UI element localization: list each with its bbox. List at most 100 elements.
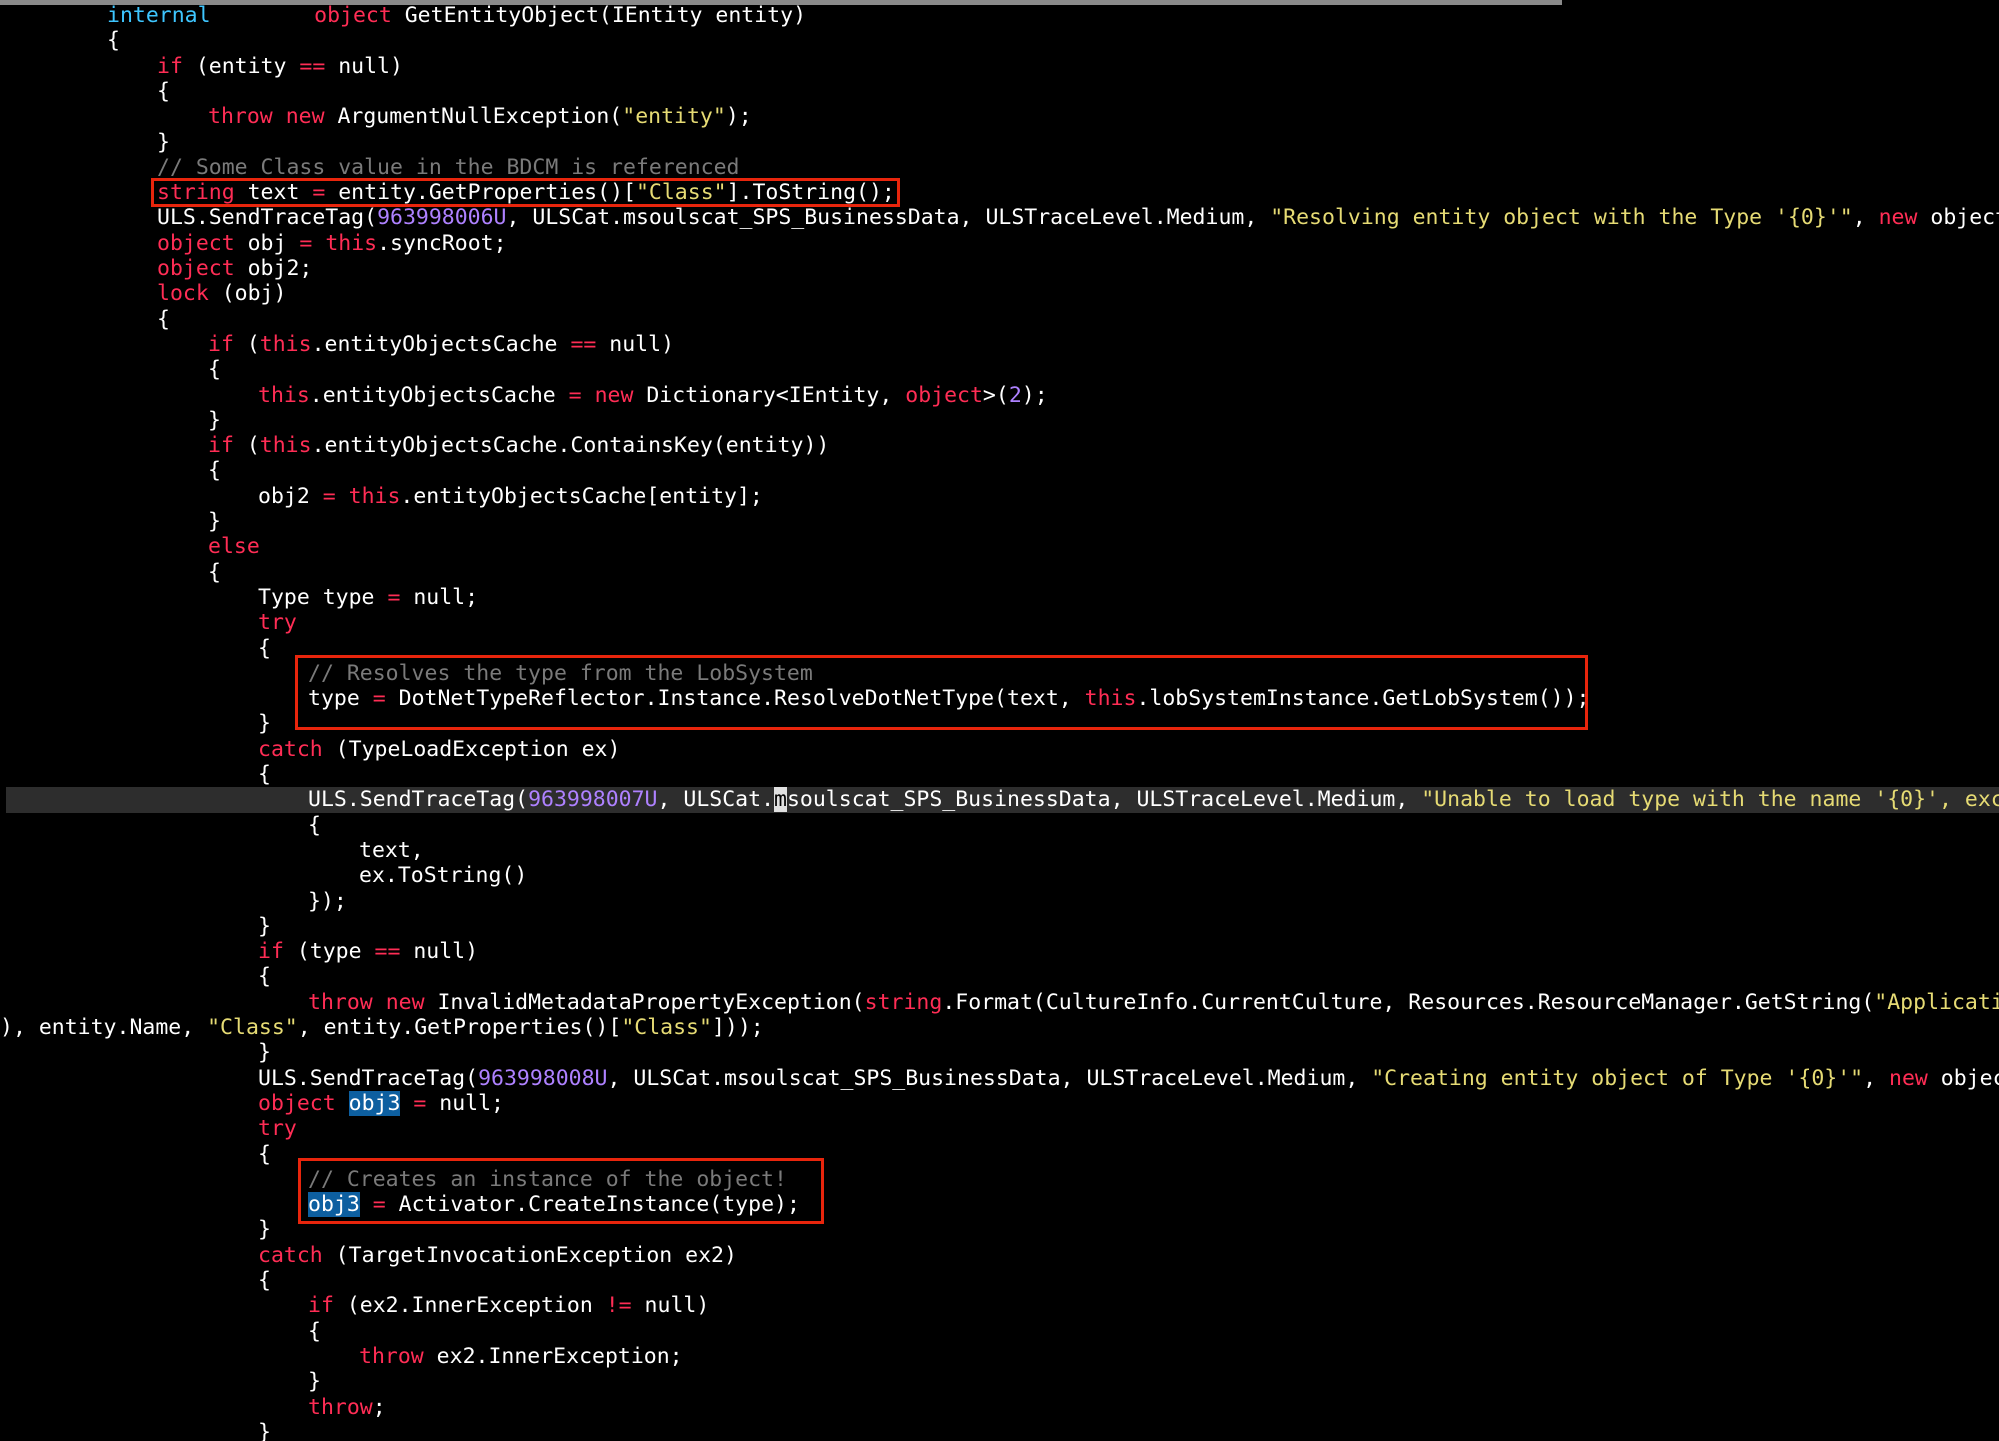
code-token: object	[258, 1090, 336, 1116]
code-token: InvalidMetadataPropertyException(	[424, 989, 865, 1015]
code-token: ==	[374, 939, 401, 965]
code-line[interactable]: ULS.SendTraceTag(963998008U, ULSCat.msou…	[0, 1066, 1999, 1091]
code-token: try	[258, 1116, 297, 1142]
code-line[interactable]: throw new InvalidMetadataPropertyExcepti…	[0, 990, 1999, 1015]
code-token: (ex2.InnerException	[333, 1293, 606, 1319]
code-line[interactable]: ULS.SendTraceTag(963998006U, ULSCat.msou…	[0, 205, 1999, 230]
code-line-text: {	[157, 307, 170, 332]
code-line[interactable]: object obj3 = null;	[0, 1090, 1999, 1116]
code-token: object	[157, 230, 235, 256]
code-line[interactable]: ex.ToString()	[0, 863, 1999, 888]
code-line[interactable]: {	[0, 458, 1999, 483]
code-line[interactable]: try	[0, 1116, 1999, 1141]
code-token: throw	[208, 104, 273, 130]
code-line[interactable]: this.entityObjectsCache = new Dictionary…	[0, 383, 1999, 408]
code-line[interactable]: {	[0, 560, 1999, 585]
code-line[interactable]: // Some Class value in the BDCM is refer…	[0, 155, 1999, 180]
code-token: =	[413, 1090, 427, 1116]
code-token: }	[258, 1217, 271, 1243]
code-line-text: {	[258, 762, 271, 787]
code-line[interactable]: text,	[0, 838, 1999, 863]
code-token: ==	[570, 331, 597, 357]
code-token: =	[372, 686, 386, 712]
code-line[interactable]: }	[0, 1040, 1999, 1065]
code-line-text: {	[208, 357, 221, 382]
code-line[interactable]: if (this.entityObjectsCache.ContainsKey(…	[0, 433, 1999, 458]
code-line[interactable]: }	[0, 509, 1999, 534]
code-token: this	[259, 331, 312, 357]
code-line[interactable]: {	[0, 79, 1999, 104]
code-token: throw	[359, 1343, 424, 1369]
code-token: 963998006U	[377, 205, 507, 231]
code-line[interactable]: {	[0, 964, 1999, 989]
code-token: }	[208, 407, 221, 433]
code-line[interactable]: }	[0, 711, 1999, 736]
code-line[interactable]: if (type == null)	[0, 939, 1999, 964]
code-line[interactable]: catch (TypeLoadException ex)	[0, 737, 1999, 762]
code-token: object	[314, 3, 392, 28]
code-line-text: // Creates an instance of the object!	[308, 1167, 787, 1192]
code-line[interactable]: throw new ArgumentNullException("entity"…	[0, 104, 1999, 129]
code-token: DotNetTypeReflector.Instance.ResolveDotN…	[385, 686, 1085, 712]
code-line[interactable]: }	[0, 130, 1999, 155]
code-token: }	[258, 1040, 271, 1066]
code-token: null)	[631, 1293, 710, 1319]
code-token: new	[285, 104, 325, 130]
code-line-text: {	[208, 560, 221, 585]
code-line[interactable]: {	[0, 636, 1999, 661]
code-line[interactable]: try	[0, 610, 1999, 635]
code-line[interactable]: object obj = this.syncRoot;	[0, 231, 1999, 256]
code-line[interactable]: // Creates an instance of the object!	[0, 1167, 1999, 1192]
code-token: Type type	[258, 584, 388, 610]
code-line[interactable]: string text = entity.GetProperties()["Cl…	[0, 180, 1999, 205]
code-line[interactable]: {	[0, 357, 1999, 382]
code-line[interactable]: });	[0, 889, 1999, 914]
code-token: object	[905, 382, 983, 408]
code-line[interactable]: }	[0, 914, 1999, 939]
code-line-text: }	[258, 1420, 271, 1441]
code-line[interactable]: }	[0, 408, 1999, 433]
code-line-text: // Resolves the type from the LobSystem	[308, 661, 813, 686]
code-line[interactable]: }	[0, 1420, 1999, 1441]
code-line[interactable]: if (entity == null)	[0, 54, 1999, 79]
code-token: {	[208, 357, 221, 383]
code-line[interactable]: {	[0, 307, 1999, 332]
code-line[interactable]: {	[0, 1142, 1999, 1167]
code-line[interactable]: throw ex2.InnerException;	[0, 1344, 1999, 1369]
code-line-text: }	[208, 509, 221, 534]
code-line[interactable]: obj3 = Activator.CreateInstance(type);	[0, 1192, 1999, 1218]
code-editor[interactable]: internal object GetEntityObject(IEntity …	[0, 0, 1999, 1441]
code-line[interactable]: ULS.SendTraceTag(963998007U, ULSCat.msou…	[6, 787, 1999, 813]
code-line[interactable]: obj2 = this.entityObjectsCache[entity];	[0, 484, 1999, 509]
code-token: }	[258, 913, 271, 939]
code-line[interactable]: catch (TargetInvocationException ex2)	[0, 1243, 1999, 1268]
code-line[interactable]: if (this.entityObjectsCache == null)	[0, 332, 1999, 357]
code-token: (type	[283, 939, 375, 965]
code-line[interactable]: {	[0, 28, 1999, 53]
code-line[interactable]: else	[0, 534, 1999, 559]
code-line-text: ULS.SendTraceTag(963998006U, ULSCat.msou…	[157, 205, 1999, 230]
code-line[interactable]: // Resolves the type from the LobSystem	[0, 661, 1999, 686]
code-line[interactable]: Type type = null;	[0, 585, 1999, 610]
code-line[interactable]: type = DotNetTypeReflector.Instance.Reso…	[0, 686, 1999, 711]
code-line-text: if (ex2.InnerException != null)	[308, 1293, 709, 1318]
code-line[interactable]: object obj2;	[0, 256, 1999, 281]
code-token: (TypeLoadException ex)	[322, 736, 621, 762]
code-token: ULS.SendTraceTag(	[258, 1065, 479, 1091]
code-line[interactable]: if (ex2.InnerException != null)	[0, 1293, 1999, 1318]
code-line[interactable]: {	[0, 1319, 1999, 1344]
code-line[interactable]: ), entity.Name, "Class", entity.GetPrope…	[0, 1015, 1999, 1040]
code-line[interactable]: {	[0, 813, 1999, 838]
code-token: {	[308, 812, 321, 838]
code-token: {	[258, 635, 271, 661]
code-line[interactable]: }	[0, 1369, 1999, 1394]
code-line[interactable]: internal object GetEntityObject(IEntity …	[0, 3, 1999, 28]
code-line-text: {	[258, 1268, 271, 1293]
code-line[interactable]: lock (obj)	[0, 281, 1999, 306]
code-line[interactable]: {	[0, 762, 1999, 787]
code-line[interactable]: }	[0, 1217, 1999, 1242]
code-token: .entityObjectsCache[entity];	[400, 483, 763, 509]
code-line[interactable]: {	[0, 1268, 1999, 1293]
code-line[interactable]: throw;	[0, 1395, 1999, 1420]
